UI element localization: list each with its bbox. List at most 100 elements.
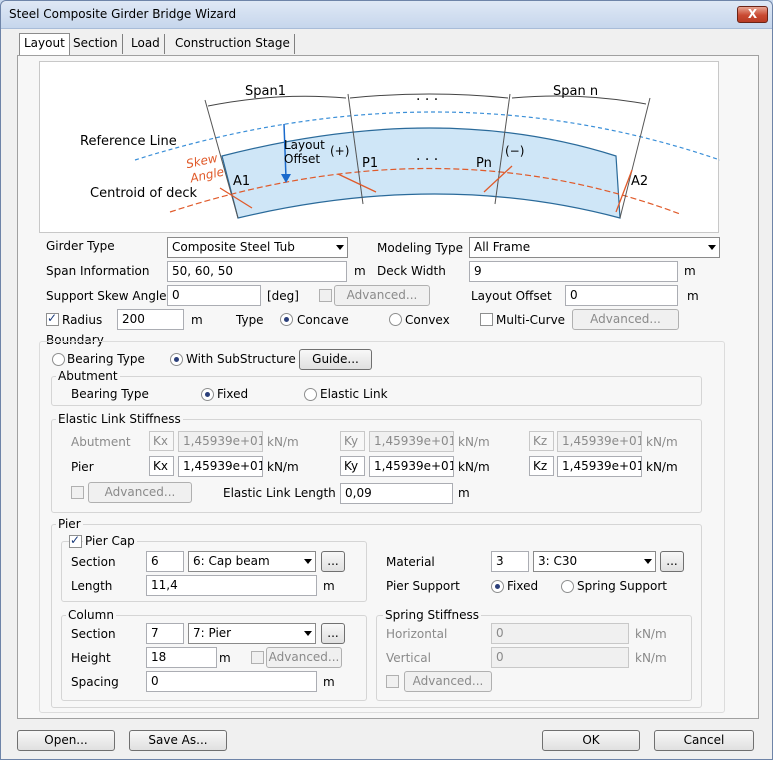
abutment-ky-input[interactable]: 1,45939e+011 bbox=[369, 431, 454, 452]
cap-length-input[interactable]: 11,4 bbox=[146, 575, 317, 596]
column-group-title: Column bbox=[66, 608, 116, 622]
diagram-pn-label: Pn bbox=[476, 156, 492, 171]
layout-diagram: Span1 · · · Span n Reference Line Layout… bbox=[39, 61, 720, 233]
girder-type-value: Composite Steel Tub bbox=[172, 240, 295, 254]
span-info-input[interactable]: 50, 60, 50 bbox=[167, 261, 347, 282]
open-button[interactable]: Open... bbox=[17, 730, 115, 751]
deck-shape bbox=[221, 127, 621, 219]
chevron-down-icon bbox=[336, 245, 344, 250]
close-icon[interactable]: X bbox=[737, 6, 768, 23]
concave-radio[interactable] bbox=[280, 313, 293, 326]
column-section-more-button[interactable]: ... bbox=[321, 623, 345, 644]
convex-label: Convex bbox=[405, 313, 450, 327]
with-substructure-label: With SubStructure bbox=[186, 352, 296, 366]
abutment-kx-unit: kN/m bbox=[267, 435, 299, 449]
cap-section-select[interactable]: 6: Cap beam bbox=[188, 551, 316, 572]
girder-type-label: Girder Type bbox=[46, 239, 115, 253]
pier-kx-input[interactable]: 1,45939e+011 bbox=[178, 456, 263, 477]
pier-row-label: Pier bbox=[71, 460, 94, 474]
abutment-kz-unit: kN/m bbox=[646, 435, 678, 449]
skew-angle-input[interactable]: 0 bbox=[167, 285, 261, 306]
material-label: Material bbox=[386, 555, 435, 569]
guide-button[interactable]: Guide... bbox=[299, 349, 372, 370]
elastic-link-length-input[interactable]: 0,09 bbox=[340, 483, 453, 504]
diagram-layout-label: Layout bbox=[284, 138, 325, 152]
vertical-label: Vertical bbox=[386, 651, 431, 665]
column-section-select[interactable]: 7: Pier bbox=[188, 623, 316, 644]
pier-kx-label: Kx bbox=[149, 456, 174, 476]
multicurve-advanced-button[interactable]: Advanced... bbox=[572, 309, 679, 330]
cap-section-value: 6: Cap beam bbox=[193, 554, 270, 568]
elastic-link-group-title: Elastic Link Stiffness bbox=[56, 412, 183, 426]
tab-load[interactable]: Load bbox=[127, 34, 165, 54]
diagram-spann-label: Span n bbox=[553, 84, 599, 99]
tab-layout[interactable]: Layout bbox=[19, 33, 70, 55]
with-substructure-radio[interactable] bbox=[170, 353, 183, 366]
window-title: Steel Composite Girder Bridge Wizard bbox=[9, 7, 237, 21]
elastic-advanced-button[interactable]: Advanced... bbox=[88, 482, 192, 503]
pier-kz-unit: kN/m bbox=[646, 460, 678, 474]
horizontal-input[interactable]: 0 bbox=[491, 623, 629, 644]
radius-checkbox[interactable] bbox=[46, 311, 59, 326]
layout-offset-input[interactable]: 0 bbox=[565, 285, 678, 306]
height-input[interactable]: 18 bbox=[146, 647, 217, 668]
abutment-kx-input[interactable]: 1,45939e+011 bbox=[178, 431, 263, 452]
save-as-button[interactable]: Save As... bbox=[129, 730, 227, 751]
material-value: 3: C30 bbox=[538, 554, 578, 568]
cap-length-unit: m bbox=[323, 579, 335, 593]
vertical-input[interactable]: 0 bbox=[491, 647, 629, 668]
concave-label: Concave bbox=[297, 313, 349, 327]
diagram-offset-label: Offset bbox=[284, 152, 321, 166]
cancel-button[interactable]: Cancel bbox=[654, 730, 754, 751]
deck-width-input[interactable]: 9 bbox=[469, 261, 678, 282]
diagram-reference-line-label: Reference Line bbox=[80, 134, 177, 149]
span-info-unit: m bbox=[354, 264, 366, 278]
pier-kz-input[interactable]: 1,45939e+011 bbox=[557, 456, 642, 477]
multicurve-checkbox[interactable] bbox=[480, 313, 493, 326]
modeling-type-value: All Frame bbox=[474, 240, 531, 254]
tab-section[interactable]: Section bbox=[69, 34, 123, 54]
bearing-type-radio[interactable] bbox=[52, 353, 65, 366]
abutment-fixed-radio[interactable] bbox=[201, 388, 214, 401]
modeling-type-label: Modeling Type bbox=[377, 241, 463, 255]
abutment-elastic-link-radio[interactable] bbox=[304, 388, 317, 401]
pier-cap-checkbox[interactable] bbox=[69, 533, 82, 548]
column-section-id-input[interactable]: 7 bbox=[146, 623, 184, 644]
ok-button[interactable]: OK bbox=[542, 730, 640, 751]
diagram-p1-label: P1 bbox=[362, 156, 379, 171]
abutment-ky-label: Ky bbox=[340, 431, 365, 451]
spring-advanced-button[interactable]: Advanced... bbox=[404, 671, 492, 692]
height-advanced-checkbox[interactable] bbox=[251, 651, 264, 664]
pier-support-fixed-radio[interactable] bbox=[491, 580, 504, 593]
pier-support-label: Pier Support bbox=[386, 579, 460, 593]
spacing-input[interactable]: 0 bbox=[146, 671, 317, 692]
pier-ky-input[interactable]: 1,45939e+011 bbox=[369, 456, 454, 477]
skew-advanced-button[interactable]: Advanced... bbox=[334, 285, 430, 306]
deck-width-unit: m bbox=[684, 264, 696, 278]
material-id-input[interactable]: 3 bbox=[491, 551, 529, 572]
elastic-link-length-label: Elastic Link Length bbox=[223, 486, 336, 500]
pier-support-fixed-label: Fixed bbox=[507, 579, 539, 593]
skew-advanced-checkbox[interactable] bbox=[319, 289, 332, 302]
spring-support-radio[interactable] bbox=[561, 580, 574, 593]
layout-offset-unit: m bbox=[687, 289, 699, 303]
abutment-row-label: Abutment bbox=[71, 435, 131, 449]
elastic-advanced-checkbox[interactable] bbox=[71, 486, 84, 499]
cap-section-id-input[interactable]: 6 bbox=[146, 551, 184, 572]
height-advanced-button[interactable]: Advanced... bbox=[266, 647, 342, 668]
radius-input[interactable]: 200 bbox=[117, 309, 184, 330]
horizontal-unit: kN/m bbox=[635, 627, 667, 641]
pier-group-title: Pier bbox=[56, 517, 83, 531]
spring-advanced-checkbox[interactable] bbox=[386, 675, 399, 688]
abutment-kz-input[interactable]: 1,45939e+011 bbox=[557, 431, 642, 452]
cap-section-more-button[interactable]: ... bbox=[321, 551, 345, 572]
horizontal-label: Horizontal bbox=[386, 627, 448, 641]
material-select[interactable]: 3: C30 bbox=[533, 551, 656, 572]
modeling-type-select[interactable]: All Frame bbox=[469, 237, 720, 258]
tab-construction-stage[interactable]: Construction Stage bbox=[171, 34, 295, 54]
girder-type-select[interactable]: Composite Steel Tub bbox=[167, 237, 348, 258]
convex-radio[interactable] bbox=[389, 313, 402, 326]
skew-angle-label: Support Skew Angle bbox=[46, 289, 167, 303]
material-more-button[interactable]: ... bbox=[660, 551, 684, 572]
abutment-kx-label: Kx bbox=[149, 431, 174, 451]
